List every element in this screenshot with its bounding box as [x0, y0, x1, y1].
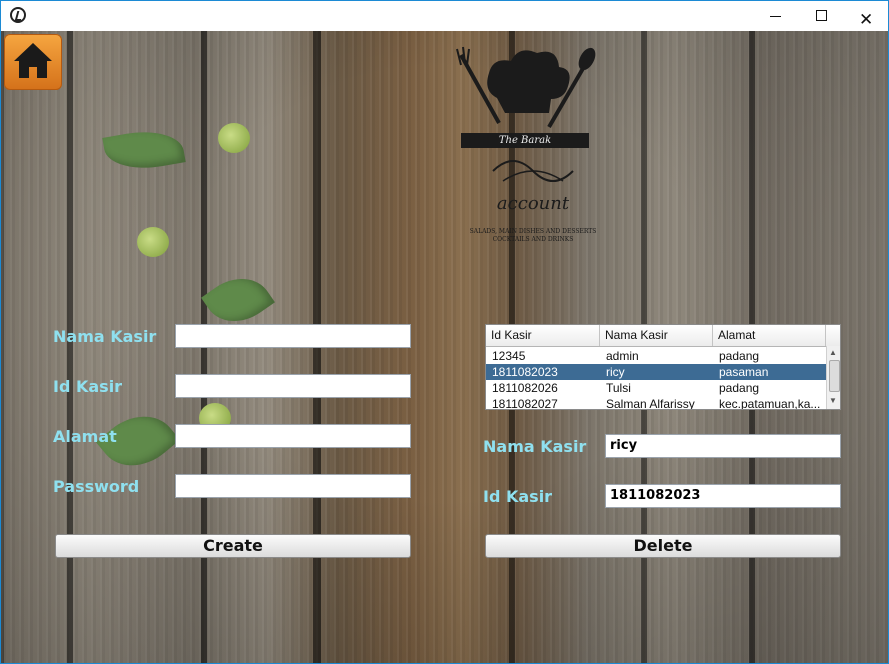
detail-id-kasir-label: Id Kasir [483, 487, 553, 506]
cell-id-kasir: 1811082027 [492, 397, 558, 410]
table-header: Id Kasir Nama Kasir Alamat [486, 325, 840, 347]
minimize-button[interactable] [752, 1, 798, 31]
scroll-up-icon[interactable]: ▲ [829, 348, 837, 357]
id-kasir-label: Id Kasir [53, 377, 123, 396]
leaf-decoration [102, 124, 186, 176]
table-row[interactable]: 1811082023 ricy pasaman [486, 364, 826, 380]
cell-nama-kasir: Tulsi [606, 381, 631, 395]
title-bar: ✕ [1, 1, 888, 31]
scroll-thumb[interactable] [829, 360, 840, 392]
scroll-down-icon[interactable]: ▼ [829, 396, 837, 405]
cell-id-kasir: 1811082023 [492, 365, 558, 379]
cell-nama-kasir: admin [606, 349, 639, 363]
table-scrollbar[interactable]: ▲ ▼ [826, 346, 840, 409]
cell-id-kasir: 1811082026 [492, 381, 558, 395]
app-window: ✕ The Barak account SALADS, MAIN DISHES … [0, 0, 889, 664]
berry-decoration [218, 123, 250, 153]
close-button[interactable]: ✕ [844, 1, 888, 31]
detail-nama-kasir-input[interactable]: ricy [605, 434, 841, 458]
minimize-icon [770, 16, 781, 17]
logo-tagline: SALADS, MAIN DISHES AND DESSERTS [469, 228, 597, 235]
alamat-label: Alamat [53, 427, 117, 446]
logo-tagline-2: COCKTAILS AND DRINKS [492, 236, 574, 243]
detail-id-kasir-input[interactable]: 1811082023 [605, 484, 841, 508]
cell-nama-kasir: ricy [606, 365, 625, 379]
nama-kasir-label: Nama Kasir [53, 327, 157, 346]
detail-nama-kasir-label: Nama Kasir [483, 437, 587, 456]
logo-name: The Barak [461, 133, 589, 148]
table-row[interactable]: 1811082027 Salman Alfarissy kec.patamuan… [486, 396, 826, 410]
cell-nama-kasir: Salman Alfarissy [606, 397, 695, 410]
berry-decoration [137, 227, 169, 257]
app-icon [10, 7, 26, 23]
create-button[interactable]: Create [55, 534, 411, 558]
table-row[interactable]: 12345 admin padang [486, 348, 826, 364]
delete-button[interactable]: Delete [485, 534, 841, 558]
maximize-icon [816, 10, 827, 21]
alamat-input[interactable] [175, 424, 411, 448]
cell-id-kasir: 12345 [492, 349, 526, 363]
home-button[interactable] [4, 34, 62, 90]
column-header[interactable]: Alamat [713, 325, 826, 346]
cell-alamat: padang [719, 349, 760, 363]
cell-alamat: pasaman [719, 365, 769, 379]
maximize-button[interactable] [798, 1, 844, 31]
column-header[interactable]: Nama Kasir [600, 325, 713, 346]
cell-alamat: kec.patamuan,ka... [719, 397, 821, 410]
restaurant-logo: The Barak account SALADS, MAIN DISHES AN… [453, 43, 613, 273]
logo-script: account [496, 193, 570, 214]
password-label: Password [53, 477, 140, 496]
home-icon [14, 43, 52, 78]
chef-hat-icon [456, 46, 596, 129]
cell-alamat: padang [719, 381, 760, 395]
nama-kasir-input[interactable] [175, 324, 411, 348]
table-row[interactable]: 1811082026 Tulsi padang [486, 380, 826, 396]
kasir-table[interactable]: Id Kasir Nama Kasir Alamat 12345 admin p… [485, 324, 841, 410]
column-header[interactable]: Id Kasir [486, 325, 600, 346]
id-kasir-input[interactable] [175, 374, 411, 398]
main-panel: The Barak account SALADS, MAIN DISHES AN… [1, 31, 888, 663]
password-input[interactable] [175, 474, 411, 498]
